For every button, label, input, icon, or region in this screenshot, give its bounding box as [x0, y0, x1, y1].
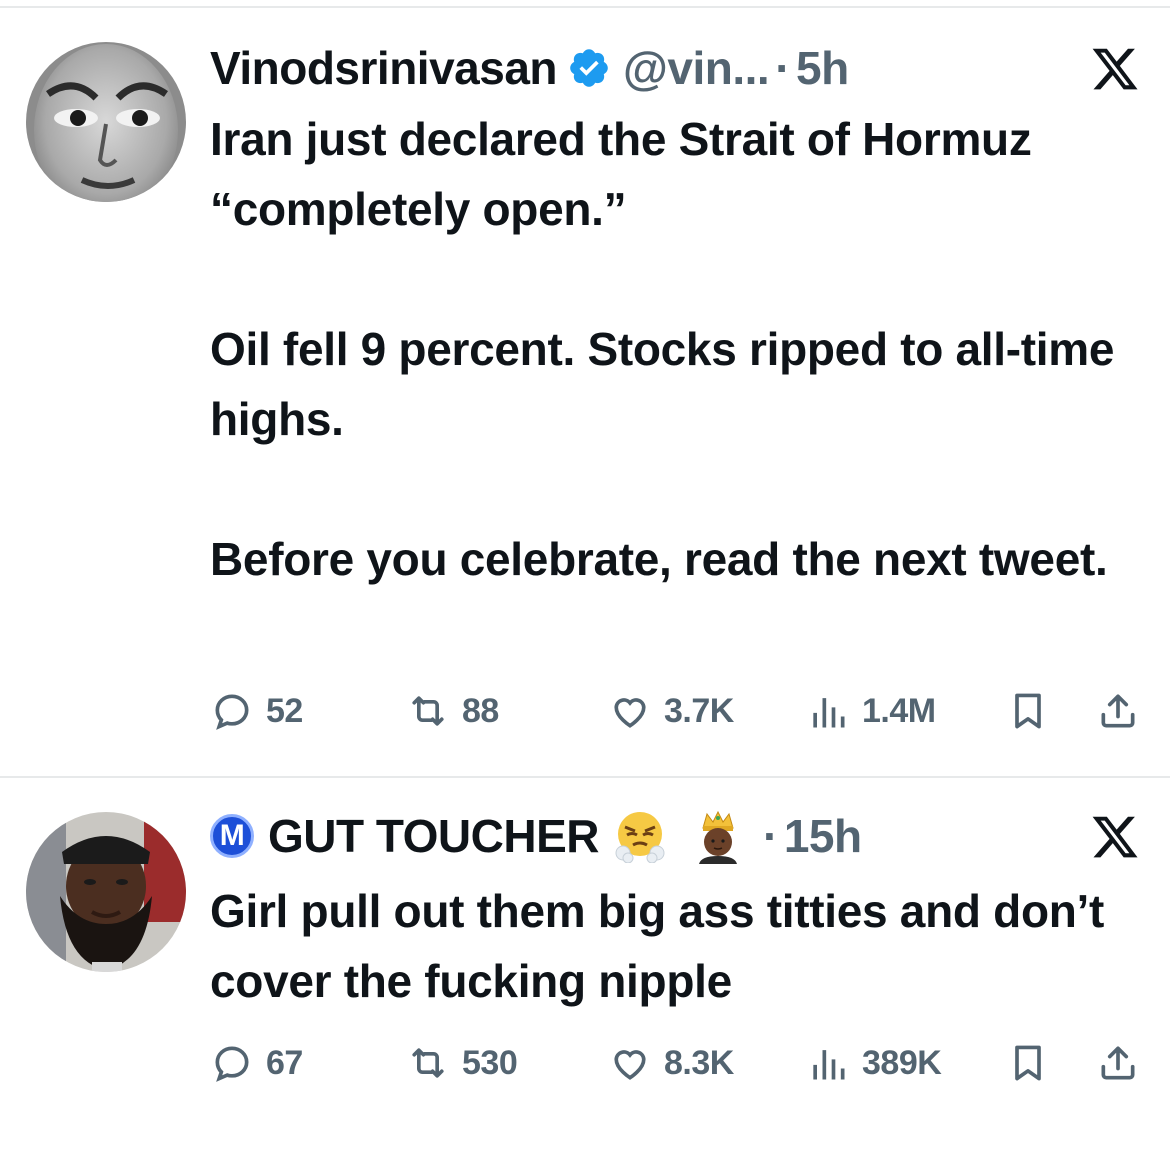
- tweet-header: M GUT TOUCHER · 15h: [210, 806, 1070, 866]
- avatar[interactable]: [26, 42, 186, 202]
- repost-icon: [412, 1048, 444, 1078]
- bookmark-icon[interactable]: [1006, 689, 1050, 733]
- display-name[interactable]: Vinodsrinivasan: [210, 41, 558, 95]
- tweet-paragraph: Girl pull out them big ass titties and d…: [210, 885, 1105, 1007]
- share-icon[interactable]: [1096, 689, 1140, 733]
- views-chart-icon: [813, 1050, 845, 1080]
- tweet-paragraph: Iran just declared the Strait of Hormuz …: [210, 113, 1032, 235]
- action-bar: 67 530 8.3K 389K: [210, 1033, 1150, 1093]
- separator: ·: [775, 42, 791, 94]
- like-button[interactable]: 8.3K: [608, 1033, 734, 1093]
- repost-count: 530: [462, 1043, 518, 1082]
- views-button[interactable]: 389K: [806, 1033, 942, 1093]
- reply-button[interactable]: 52: [210, 681, 303, 741]
- timestamp[interactable]: 5h: [796, 41, 849, 95]
- repost-icon: [412, 696, 444, 726]
- timestamp[interactable]: 15h: [784, 809, 862, 863]
- tweet-paragraph: Before you celebrate, read the next twee…: [210, 533, 1108, 585]
- face-with-steam-icon: [615, 812, 665, 863]
- tweet[interactable]: Vinodsrinivasan @vin... · 5h Iran just d…: [0, 0, 1170, 776]
- share-icon[interactable]: [1096, 1041, 1140, 1085]
- verified-badge-icon: [570, 49, 608, 87]
- reply-count: 52: [266, 691, 303, 730]
- tweet-header: Vinodsrinivasan @vin... · 5h: [210, 38, 1070, 98]
- repost-button[interactable]: 88: [406, 681, 499, 741]
- tweet-paragraph: Oil fell 9 percent. Stocks ripped to all…: [210, 323, 1115, 445]
- reply-button[interactable]: 67: [210, 1033, 303, 1093]
- display-name[interactable]: GUT TOUCHER: [268, 809, 600, 863]
- handle[interactable]: @vin...: [623, 41, 770, 95]
- tweet-text: Girl pull out them big ass titties and d…: [210, 876, 1150, 1016]
- x-logo-icon: [1092, 816, 1138, 858]
- tweet-text: Iran just declared the Strait of Hormuz …: [210, 104, 1150, 594]
- views-button[interactable]: 1.4M: [806, 681, 936, 741]
- reply-count: 67: [266, 1043, 303, 1082]
- reply-icon: [215, 694, 249, 730]
- reply-icon: [215, 1046, 249, 1082]
- x-logo-icon: [1092, 48, 1138, 90]
- avatar[interactable]: [26, 812, 186, 972]
- m-badge: M: [210, 814, 254, 858]
- repost-button[interactable]: 530: [406, 1033, 518, 1093]
- person-with-crown-icon: [699, 810, 737, 864]
- view-count: 389K: [862, 1043, 942, 1082]
- separator: ·: [763, 810, 778, 862]
- repost-count: 88: [462, 691, 499, 730]
- like-count: 3.7K: [664, 691, 734, 730]
- like-button[interactable]: 3.7K: [608, 681, 734, 741]
- heart-icon: [614, 698, 646, 728]
- view-count: 1.4M: [862, 691, 936, 730]
- bookmark-icon[interactable]: [1006, 1041, 1050, 1085]
- heart-icon: [614, 1050, 646, 1080]
- tweet[interactable]: M GUT TOUCHER · 15h Girl pull out them b…: [0, 778, 1170, 1162]
- views-chart-icon: [813, 698, 845, 728]
- like-count: 8.3K: [664, 1043, 734, 1082]
- action-bar: 52 88 3.7K 1.4M: [210, 681, 1150, 741]
